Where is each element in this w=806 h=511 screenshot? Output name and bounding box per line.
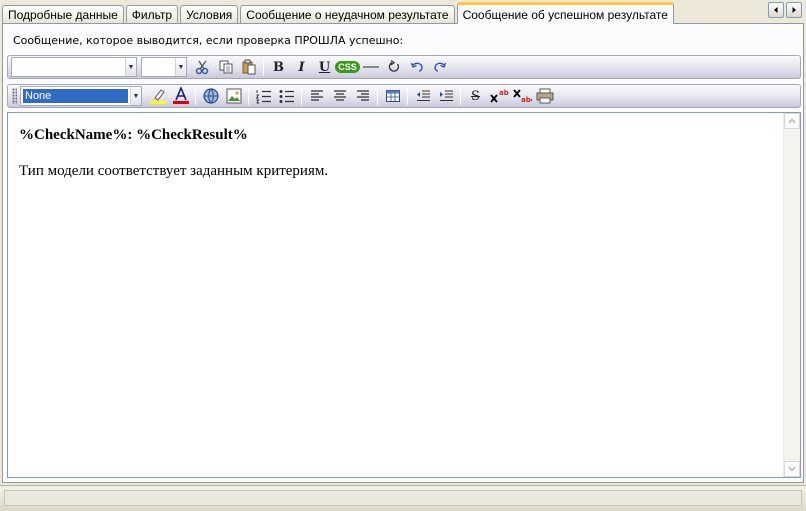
font-family-select[interactable]: ▼: [11, 57, 137, 77]
chevron-down-icon: ▼: [130, 87, 141, 105]
image-icon: [226, 88, 241, 104]
superscript-button[interactable]: abc: [487, 86, 510, 106]
insert-table-button[interactable]: [381, 86, 404, 106]
editor-caption: Сообщение, которое выводится, если прове…: [13, 34, 404, 47]
strikethrough-button[interactable]: S: [464, 86, 487, 106]
toolbar-separator: [248, 87, 249, 105]
status-bar: [0, 485, 806, 511]
horizontal-line-icon: [362, 66, 379, 68]
arrow-left-icon: [774, 7, 778, 13]
refresh-icon: [388, 59, 399, 72]
svg-text:abc: abc: [499, 89, 509, 97]
scroll-down-button[interactable]: [784, 461, 800, 477]
align-left-button[interactable]: [305, 86, 328, 106]
superscript-icon: abc: [489, 89, 509, 103]
printer-icon: [536, 88, 553, 104]
toolbar-separator: [377, 87, 378, 105]
align-left-icon: [310, 90, 323, 101]
arrow-right-icon: [792, 7, 796, 13]
align-right-icon: [356, 90, 369, 101]
numbered-list-button[interactable]: [252, 86, 275, 106]
font-size-select[interactable]: ▼: [141, 57, 187, 77]
align-right-button[interactable]: [351, 86, 374, 106]
chevron-down-icon: ▼: [125, 58, 136, 76]
toolbar-separator: [460, 87, 461, 105]
toolbar-separator: [263, 58, 264, 76]
tab-strip: Подробные данные Фильтр Условия Сообщени…: [0, 0, 806, 24]
subscript-icon: abc: [512, 89, 532, 104]
scroll-down-icon: [788, 466, 796, 472]
scroll-up-icon: [788, 118, 796, 124]
toolbar-separator: [407, 87, 408, 105]
print-button[interactable]: [533, 86, 556, 106]
message-body: Тип модели соответствует заданным критер…: [19, 163, 329, 179]
svg-text:abc: abc: [521, 96, 532, 104]
bullet-list-button[interactable]: [275, 86, 298, 106]
insert-image-button[interactable]: [222, 86, 245, 106]
indent-icon: [439, 90, 453, 102]
tab-filter[interactable]: Фильтр: [125, 5, 179, 24]
message-heading: %CheckName%: %CheckResult%: [19, 127, 248, 143]
paragraph-toolbar: None ▼ S ab ab: [7, 84, 801, 108]
align-center-icon: [333, 90, 346, 101]
tab-list: Подробные данные Фильтр Условия Сообщени…: [2, 2, 676, 24]
tab-success-message[interactable]: Сообщение об успешном результате: [456, 2, 674, 24]
numbered-list-icon: [255, 90, 271, 104]
bold-button[interactable]: B: [267, 57, 290, 77]
editor-content[interactable]: %CheckName%: %CheckResult% Тип модели со…: [19, 127, 779, 180]
formatting-toolbar: ▼ ▼ B I U CSS: [7, 55, 801, 79]
refresh-button[interactable]: [382, 57, 405, 77]
css-button[interactable]: CSS: [335, 57, 360, 77]
outdent-icon: [416, 90, 430, 102]
table-icon: [385, 90, 400, 102]
italic-button[interactable]: I: [290, 57, 313, 77]
scissors-icon: [195, 60, 208, 75]
tab-failure-message[interactable]: Сообщение о неудачном результате: [240, 5, 455, 24]
paste-button[interactable]: [237, 57, 260, 77]
align-center-button[interactable]: [328, 86, 351, 106]
tab-scroll-buttons: [766, 2, 802, 18]
tab-page: Сообщение, которое выводится, если прове…: [2, 23, 804, 483]
tab-scroll-right-button[interactable]: [786, 2, 802, 18]
cut-button[interactable]: [191, 57, 214, 77]
tab-conditions[interactable]: Условия: [180, 5, 239, 24]
toolbar-separator: [195, 87, 196, 105]
toolbar-separator: [301, 87, 302, 105]
copy-icon: [219, 60, 232, 74]
message-editor[interactable]: %CheckName%: %CheckResult% Тип модели со…: [7, 112, 801, 478]
tab-details[interactable]: Подробные данные: [2, 5, 124, 24]
scroll-up-button[interactable]: [784, 113, 800, 129]
highlight-color-button[interactable]: [146, 86, 169, 106]
font-color-icon: [172, 87, 189, 104]
globe-link-icon: [202, 88, 219, 104]
horizontal-rule-button[interactable]: [359, 57, 382, 77]
copy-button[interactable]: [214, 57, 237, 77]
vertical-scrollbar[interactable]: [783, 113, 800, 477]
bullet-list-icon: [279, 90, 294, 103]
chevron-down-icon: ▼: [175, 58, 186, 76]
font-color-button[interactable]: [169, 86, 192, 106]
underline-button[interactable]: U: [313, 57, 336, 77]
toolbar-grip[interactable]: [12, 88, 17, 104]
redo-icon: [433, 62, 446, 72]
highlighter-icon: [149, 89, 166, 104]
undo-icon: [410, 62, 423, 72]
subscript-button[interactable]: abc: [510, 86, 533, 106]
paste-icon: [242, 59, 255, 75]
style-select[interactable]: None ▼: [20, 86, 142, 106]
undo-button[interactable]: [405, 57, 428, 77]
insert-link-button[interactable]: [199, 86, 222, 106]
redo-button[interactable]: [428, 57, 451, 77]
status-panel: [4, 490, 802, 506]
style-value: None: [23, 89, 128, 103]
indent-button[interactable]: [434, 86, 457, 106]
css-badge: CSS: [335, 61, 360, 73]
tab-scroll-left-button[interactable]: [768, 2, 784, 18]
outdent-button[interactable]: [411, 86, 434, 106]
